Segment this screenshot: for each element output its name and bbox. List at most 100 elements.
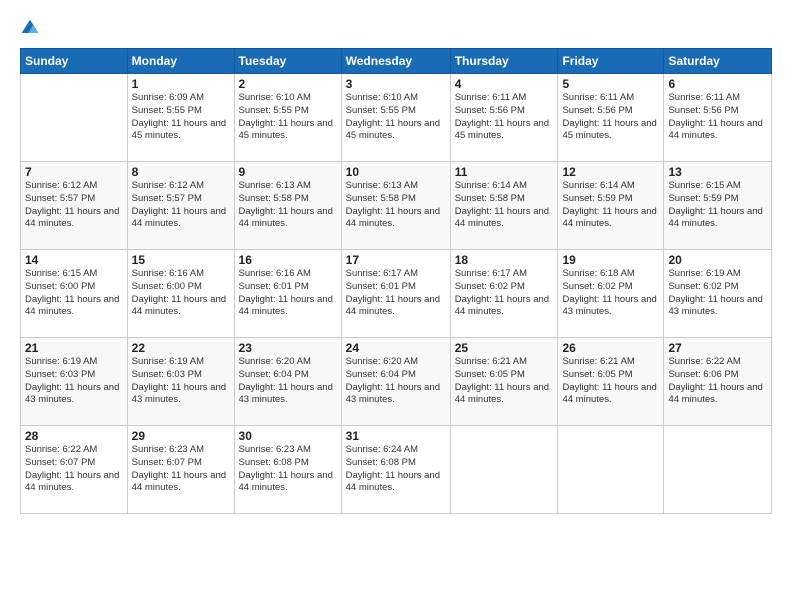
calendar-body: 1Sunrise: 6:09 AM Sunset: 5:55 PM Daylig… (21, 74, 772, 514)
calendar-cell: 10Sunrise: 6:13 AM Sunset: 5:58 PM Dayli… (341, 162, 450, 250)
day-number: 10 (346, 165, 446, 179)
day-number: 11 (455, 165, 554, 179)
day-number: 4 (455, 77, 554, 91)
page: SundayMondayTuesdayWednesdayThursdayFrid… (0, 0, 792, 612)
day-info: Sunrise: 6:11 AM Sunset: 5:56 PM Dayligh… (668, 92, 767, 143)
header-cell-sunday: Sunday (21, 49, 128, 74)
calendar-cell: 4Sunrise: 6:11 AM Sunset: 5:56 PM Daylig… (450, 74, 558, 162)
calendar-cell: 18Sunrise: 6:17 AM Sunset: 6:02 PM Dayli… (450, 250, 558, 338)
day-number: 7 (25, 165, 123, 179)
header-row: SundayMondayTuesdayWednesdayThursdayFrid… (21, 49, 772, 74)
day-number: 29 (132, 429, 230, 443)
day-number: 13 (668, 165, 767, 179)
day-info: Sunrise: 6:10 AM Sunset: 5:55 PM Dayligh… (239, 92, 337, 143)
day-info: Sunrise: 6:14 AM Sunset: 5:58 PM Dayligh… (455, 180, 554, 231)
calendar-cell: 11Sunrise: 6:14 AM Sunset: 5:58 PM Dayli… (450, 162, 558, 250)
day-info: Sunrise: 6:20 AM Sunset: 6:04 PM Dayligh… (346, 356, 446, 407)
day-number: 3 (346, 77, 446, 91)
calendar-cell: 9Sunrise: 6:13 AM Sunset: 5:58 PM Daylig… (234, 162, 341, 250)
day-number: 21 (25, 341, 123, 355)
day-number: 9 (239, 165, 337, 179)
day-info: Sunrise: 6:13 AM Sunset: 5:58 PM Dayligh… (346, 180, 446, 231)
day-number: 16 (239, 253, 337, 267)
day-info: Sunrise: 6:19 AM Sunset: 6:03 PM Dayligh… (25, 356, 123, 407)
day-info: Sunrise: 6:12 AM Sunset: 5:57 PM Dayligh… (25, 180, 123, 231)
calendar-cell: 24Sunrise: 6:20 AM Sunset: 6:04 PM Dayli… (341, 338, 450, 426)
day-number: 5 (562, 77, 659, 91)
calendar-cell: 22Sunrise: 6:19 AM Sunset: 6:03 PM Dayli… (127, 338, 234, 426)
day-number: 30 (239, 429, 337, 443)
day-info: Sunrise: 6:18 AM Sunset: 6:02 PM Dayligh… (562, 268, 659, 319)
day-info: Sunrise: 6:11 AM Sunset: 5:56 PM Dayligh… (455, 92, 554, 143)
calendar-cell: 7Sunrise: 6:12 AM Sunset: 5:57 PM Daylig… (21, 162, 128, 250)
day-info: Sunrise: 6:21 AM Sunset: 6:05 PM Dayligh… (562, 356, 659, 407)
day-info: Sunrise: 6:19 AM Sunset: 6:02 PM Dayligh… (668, 268, 767, 319)
day-number: 19 (562, 253, 659, 267)
day-info: Sunrise: 6:21 AM Sunset: 6:05 PM Dayligh… (455, 356, 554, 407)
day-info: Sunrise: 6:24 AM Sunset: 6:08 PM Dayligh… (346, 444, 446, 495)
week-row-3: 21Sunrise: 6:19 AM Sunset: 6:03 PM Dayli… (21, 338, 772, 426)
day-number: 12 (562, 165, 659, 179)
week-row-0: 1Sunrise: 6:09 AM Sunset: 5:55 PM Daylig… (21, 74, 772, 162)
calendar-cell: 6Sunrise: 6:11 AM Sunset: 5:56 PM Daylig… (664, 74, 772, 162)
day-info: Sunrise: 6:17 AM Sunset: 6:01 PM Dayligh… (346, 268, 446, 319)
calendar-cell: 20Sunrise: 6:19 AM Sunset: 6:02 PM Dayli… (664, 250, 772, 338)
calendar-cell: 26Sunrise: 6:21 AM Sunset: 6:05 PM Dayli… (558, 338, 664, 426)
header-cell-tuesday: Tuesday (234, 49, 341, 74)
day-number: 26 (562, 341, 659, 355)
day-number: 31 (346, 429, 446, 443)
day-info: Sunrise: 6:23 AM Sunset: 6:08 PM Dayligh… (239, 444, 337, 495)
calendar-cell: 2Sunrise: 6:10 AM Sunset: 5:55 PM Daylig… (234, 74, 341, 162)
header-cell-saturday: Saturday (664, 49, 772, 74)
calendar-cell: 5Sunrise: 6:11 AM Sunset: 5:56 PM Daylig… (558, 74, 664, 162)
day-number: 27 (668, 341, 767, 355)
calendar-cell: 1Sunrise: 6:09 AM Sunset: 5:55 PM Daylig… (127, 74, 234, 162)
calendar-cell: 15Sunrise: 6:16 AM Sunset: 6:00 PM Dayli… (127, 250, 234, 338)
day-number: 8 (132, 165, 230, 179)
header-cell-friday: Friday (558, 49, 664, 74)
day-number: 20 (668, 253, 767, 267)
calendar-cell (450, 426, 558, 514)
calendar-cell: 25Sunrise: 6:21 AM Sunset: 6:05 PM Dayli… (450, 338, 558, 426)
day-info: Sunrise: 6:23 AM Sunset: 6:07 PM Dayligh… (132, 444, 230, 495)
calendar-cell: 14Sunrise: 6:15 AM Sunset: 6:00 PM Dayli… (21, 250, 128, 338)
calendar-cell: 30Sunrise: 6:23 AM Sunset: 6:08 PM Dayli… (234, 426, 341, 514)
calendar-cell: 31Sunrise: 6:24 AM Sunset: 6:08 PM Dayli… (341, 426, 450, 514)
day-info: Sunrise: 6:20 AM Sunset: 6:04 PM Dayligh… (239, 356, 337, 407)
day-info: Sunrise: 6:16 AM Sunset: 6:00 PM Dayligh… (132, 268, 230, 319)
day-info: Sunrise: 6:12 AM Sunset: 5:57 PM Dayligh… (132, 180, 230, 231)
header-cell-wednesday: Wednesday (341, 49, 450, 74)
header (20, 18, 772, 38)
header-cell-monday: Monday (127, 49, 234, 74)
calendar-cell: 17Sunrise: 6:17 AM Sunset: 6:01 PM Dayli… (341, 250, 450, 338)
logo (20, 18, 44, 38)
calendar-cell (558, 426, 664, 514)
calendar-cell (664, 426, 772, 514)
day-number: 28 (25, 429, 123, 443)
day-info: Sunrise: 6:11 AM Sunset: 5:56 PM Dayligh… (562, 92, 659, 143)
day-number: 17 (346, 253, 446, 267)
day-info: Sunrise: 6:10 AM Sunset: 5:55 PM Dayligh… (346, 92, 446, 143)
day-number: 6 (668, 77, 767, 91)
day-info: Sunrise: 6:17 AM Sunset: 6:02 PM Dayligh… (455, 268, 554, 319)
day-number: 24 (346, 341, 446, 355)
week-row-1: 7Sunrise: 6:12 AM Sunset: 5:57 PM Daylig… (21, 162, 772, 250)
day-info: Sunrise: 6:09 AM Sunset: 5:55 PM Dayligh… (132, 92, 230, 143)
day-info: Sunrise: 6:15 AM Sunset: 6:00 PM Dayligh… (25, 268, 123, 319)
calendar-cell: 16Sunrise: 6:16 AM Sunset: 6:01 PM Dayli… (234, 250, 341, 338)
day-number: 14 (25, 253, 123, 267)
day-number: 2 (239, 77, 337, 91)
calendar: SundayMondayTuesdayWednesdayThursdayFrid… (20, 48, 772, 514)
calendar-cell: 12Sunrise: 6:14 AM Sunset: 5:59 PM Dayli… (558, 162, 664, 250)
week-row-4: 28Sunrise: 6:22 AM Sunset: 6:07 PM Dayli… (21, 426, 772, 514)
day-info: Sunrise: 6:22 AM Sunset: 6:07 PM Dayligh… (25, 444, 123, 495)
calendar-cell: 21Sunrise: 6:19 AM Sunset: 6:03 PM Dayli… (21, 338, 128, 426)
day-info: Sunrise: 6:14 AM Sunset: 5:59 PM Dayligh… (562, 180, 659, 231)
day-info: Sunrise: 6:13 AM Sunset: 5:58 PM Dayligh… (239, 180, 337, 231)
day-number: 22 (132, 341, 230, 355)
calendar-cell: 13Sunrise: 6:15 AM Sunset: 5:59 PM Dayli… (664, 162, 772, 250)
day-number: 15 (132, 253, 230, 267)
day-number: 25 (455, 341, 554, 355)
day-number: 18 (455, 253, 554, 267)
day-number: 23 (239, 341, 337, 355)
